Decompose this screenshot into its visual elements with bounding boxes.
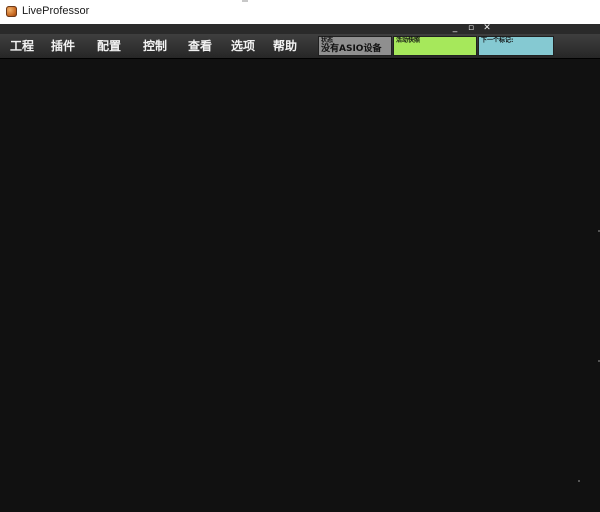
menu-item-help[interactable]: 帮助: [273, 37, 297, 54]
workspace-dot: [578, 480, 580, 482]
window-controls: _ ▫ ✕: [450, 23, 492, 33]
maximize-button[interactable]: ▫: [466, 23, 476, 33]
menu-item-config[interactable]: 配置: [97, 37, 121, 54]
next-marker-label: 下一个标记:: [481, 37, 514, 44]
menu-item-options[interactable]: 选项: [231, 37, 255, 54]
window-controls-strip: _ ▫ ✕: [0, 23, 600, 34]
window-edge-mark: [242, 0, 248, 2]
app-window: _ ▫ ✕ 工程 插件 配置 控制 查看 选项 帮助 状态 没有ASIO设备 活…: [0, 23, 600, 512]
close-button[interactable]: ✕: [482, 23, 492, 33]
minimize-button[interactable]: _: [450, 23, 460, 33]
menu-item-plugins[interactable]: 插件: [51, 37, 75, 54]
menu-item-project[interactable]: 工程: [10, 37, 34, 54]
menu-bar: 工程 插件 配置 控制 查看 选项 帮助 状态 没有ASIO设备 活动快照 下一…: [0, 34, 600, 59]
status-state-box: 状态 没有ASIO设备: [318, 36, 392, 56]
window-title: LiveProfessor: [22, 5, 90, 17]
next-marker-box: 下一个标记:: [478, 36, 554, 56]
active-snapshot-box: 活动快照: [393, 36, 477, 56]
status-state-label: 状态: [321, 37, 334, 44]
status-state-value: 没有ASIO设备: [321, 44, 382, 54]
window-titlebar[interactable]: LiveProfessor: [0, 0, 600, 24]
menu-item-control[interactable]: 控制: [143, 37, 167, 54]
menu-item-view[interactable]: 查看: [188, 37, 212, 54]
app-icon: [6, 6, 17, 17]
active-snapshot-label: 活动快照: [396, 37, 421, 44]
main-workspace[interactable]: [0, 59, 600, 512]
